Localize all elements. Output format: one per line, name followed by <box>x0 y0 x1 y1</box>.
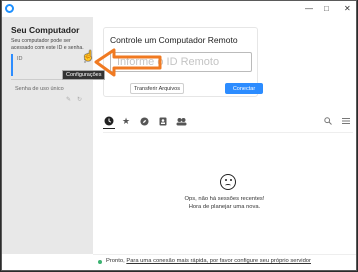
app-logo-icon <box>5 4 14 13</box>
id-label: ID <box>17 56 23 62</box>
empty-state-title: Ops, não há sessões recentes! <box>184 196 265 202</box>
title-bar: — □ ✕ <box>2 1 356 17</box>
configure-server-link[interactable]: Para uma conexão mais rápida, por favor … <box>126 258 311 264</box>
close-icon[interactable]: ✕ <box>344 4 351 13</box>
sidebar: Seu Computador Seu computador pode ser a… <box>2 17 93 254</box>
maximize-icon[interactable]: □ <box>324 4 329 13</box>
active-tab-indicator <box>103 128 115 129</box>
password-label: Senha de uso único <box>15 86 64 92</box>
compass-icon <box>139 117 149 126</box>
edit-password-icon[interactable]: ✎ <box>66 96 71 103</box>
password-value[interactable] <box>15 95 55 101</box>
sidebar-title: Seu Computador <box>11 25 80 35</box>
mouse-pointer-icon: ☝ <box>82 51 95 62</box>
star-icon: ★ <box>121 116 131 126</box>
app-window: — □ ✕ Seu Computador Seu computador pode… <box>1 0 357 271</box>
status-ready: Pronto, <box>106 258 125 264</box>
refresh-password-icon[interactable]: ↻ <box>77 96 82 103</box>
peer-tabs: ★ <box>103 115 353 129</box>
sidebar-description: Seu computador pode ser acessado com est… <box>11 38 84 51</box>
address-book-icon <box>159 117 167 126</box>
remote-control-title: Controle um Computador Remoto <box>110 35 238 45</box>
tab-group[interactable] <box>175 115 187 127</box>
connect-button[interactable]: Conectar <box>225 83 263 94</box>
annotation-arrow-icon <box>94 48 162 77</box>
tab-favorites[interactable]: ★ <box>120 115 132 127</box>
empty-state-subtitle: Hora de planejar uma nova. <box>188 204 261 210</box>
minimize-icon[interactable]: — <box>305 4 313 13</box>
group-icon <box>176 118 186 126</box>
id-value[interactable] <box>17 65 65 72</box>
status-text: Pronto, Para uma conexão mais rápida, po… <box>106 258 311 264</box>
status-dot-icon <box>98 260 102 264</box>
clock-icon <box>104 116 114 126</box>
tabs-divider <box>103 132 353 133</box>
tab-address-book[interactable] <box>157 115 169 127</box>
list-view-icon[interactable] <box>340 115 352 127</box>
settings-tooltip: Configurações <box>62 70 106 80</box>
search-icon[interactable] <box>322 115 334 127</box>
status-bar: Pronto, Para uma conexão mais rápida, po… <box>93 254 356 270</box>
tab-discovered[interactable] <box>138 115 150 127</box>
tab-recent[interactable] <box>103 115 115 127</box>
sad-face-icon <box>220 174 236 190</box>
